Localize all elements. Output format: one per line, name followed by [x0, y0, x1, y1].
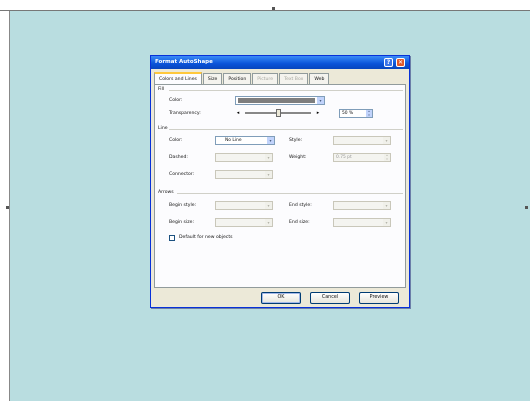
end-style-label: End style:	[289, 203, 312, 208]
arrows-group-label: Arrows	[158, 190, 174, 195]
begin-style-dropdown: ▾	[215, 201, 273, 210]
tab-picture: Picture	[252, 73, 279, 84]
default-for-new-objects-checkbox[interactable]	[169, 235, 175, 241]
chevron-down-icon[interactable]: ▾	[267, 137, 274, 144]
chevron-down-icon: ▾	[383, 137, 390, 144]
spinner-arrows-icon[interactable]: ▴ ▾	[366, 109, 372, 117]
fill-color-label: Color:	[169, 98, 183, 103]
tab-strip: Colors and Lines Size Position Picture Text …	[154, 72, 330, 84]
chevron-down-icon: ▾	[265, 154, 272, 161]
close-icon: ✕	[397, 59, 404, 66]
dialog-title-bar[interactable]: Format AutoShape ? ✕	[151, 56, 409, 69]
begin-size-label: Begin size:	[169, 220, 194, 225]
fill-color-swatch	[238, 98, 315, 103]
weight-spinner: 0.75 pt ▴ ▾	[333, 153, 391, 162]
resize-handle-top[interactable]	[272, 7, 275, 10]
chevron-down-icon: ▾	[383, 219, 390, 226]
preview-button[interactable]: Preview	[359, 292, 399, 304]
transparency-label: Transparency:	[169, 111, 201, 116]
connector-dropdown: ▾	[215, 170, 273, 179]
slider-left-arrow-icon[interactable]: ◂	[235, 109, 241, 117]
line-style-dropdown: ▾	[333, 136, 391, 145]
transparency-spinner[interactable]: 50 % ▴ ▾	[339, 109, 373, 118]
end-style-dropdown: ▾	[333, 201, 391, 210]
line-separator	[169, 129, 403, 130]
default-for-new-objects-label: Default for new objects	[179, 235, 233, 240]
fill-group-label: Fill	[158, 87, 165, 92]
begin-style-label: Begin style:	[169, 203, 197, 208]
end-size-dropdown: ▾	[333, 218, 391, 227]
weight-label: Weight:	[289, 155, 307, 160]
line-color-value: No Line	[225, 138, 242, 143]
dashed-label: Dashed:	[169, 155, 188, 160]
weight-value: 0.75 pt	[336, 155, 352, 160]
slider-right-arrow-icon[interactable]: ▸	[315, 109, 321, 117]
fill-separator	[169, 90, 403, 91]
line-group-label: Line	[158, 126, 168, 131]
ok-button[interactable]: OK	[261, 292, 301, 304]
help-button[interactable]: ?	[384, 58, 393, 67]
line-color-dropdown[interactable]: No Line ▾	[215, 136, 275, 145]
tab-web[interactable]: Web	[309, 73, 330, 84]
chevron-down-icon: ▾	[265, 171, 272, 178]
begin-size-dropdown: ▾	[215, 218, 273, 227]
transparency-slider-thumb[interactable]	[275, 109, 281, 117]
line-color-label: Color:	[169, 138, 183, 143]
resize-handle-right[interactable]	[525, 206, 528, 209]
dialog-title: Format AutoShape	[155, 59, 213, 65]
end-size-label: End size:	[289, 220, 310, 225]
arrows-separator	[177, 193, 403, 194]
chevron-down-icon: ▾	[265, 202, 272, 209]
spinner-arrows-icon: ▴ ▾	[384, 153, 390, 161]
tab-text-box: Text Box	[279, 73, 309, 84]
resize-handle-left[interactable]	[6, 206, 9, 209]
chevron-down-icon: ▾	[383, 202, 390, 209]
chevron-down-icon: ▾	[265, 219, 272, 226]
tab-position[interactable]: Position	[223, 73, 252, 84]
help-icon: ?	[386, 59, 391, 66]
cancel-button[interactable]: Cancel	[310, 292, 350, 304]
tab-size[interactable]: Size	[202, 73, 223, 84]
transparency-value: 50 %	[342, 111, 354, 116]
fill-color-dropdown[interactable]: ▾	[235, 96, 325, 105]
dashed-dropdown: ▾	[215, 153, 273, 162]
format-autoshape-dialog: Format AutoShape ? ✕ Colors and Lines Siz…	[150, 55, 410, 308]
line-style-label: Style:	[289, 138, 303, 143]
chevron-down-icon[interactable]: ▾	[317, 97, 324, 104]
connector-label: Connector:	[169, 172, 195, 177]
tab-colors-and-lines[interactable]: Colors and Lines	[154, 72, 202, 84]
close-button[interactable]: ✕	[396, 58, 405, 67]
colors-and-lines-panel: Fill Color: ▾ Transparency: ◂ ▸ 50 % ▴ ▾ …	[154, 84, 406, 288]
